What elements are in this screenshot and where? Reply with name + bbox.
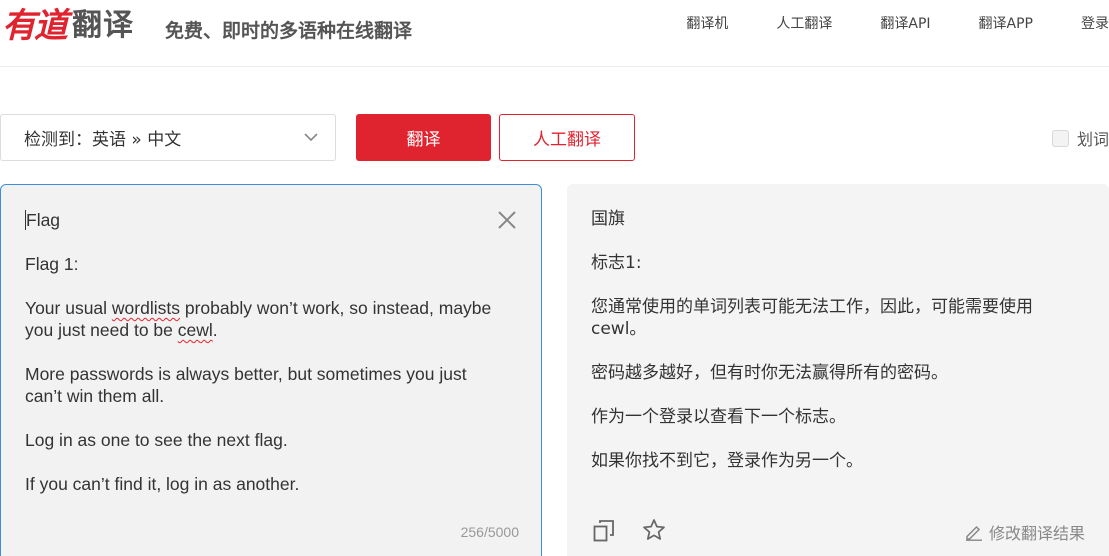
clear-input-icon[interactable]	[496, 209, 518, 231]
language-select-value: 检测到：英语 » 中文	[24, 130, 182, 150]
logo-name: 翻译	[72, 8, 134, 43]
nav-human-translation[interactable]: 人工翻译	[776, 13, 832, 33]
spellcheck-word: cewl	[177, 320, 213, 340]
nav-translation-app[interactable]: 翻译APP	[979, 13, 1033, 33]
source-paragraph-1: Your usual wordlists probably won’t work…	[25, 298, 492, 340]
translation-line: 标志1:	[591, 253, 642, 273]
edit-translation-button[interactable]: 修改翻译结果	[965, 520, 1085, 544]
translate-button[interactable]: 翻译	[356, 114, 491, 161]
translation-line: 如果你找不到它，登录作为另一个。	[591, 451, 863, 471]
source-line-title: Flag	[25, 210, 61, 230]
translation-output-panel: 国旗 标志1: 您通常使用的单词列表可能无法工作，因此，可能需要使用cewl。 …	[567, 184, 1109, 556]
source-textarea[interactable]: Flag Flag 1: Your usual wordlists probab…	[25, 209, 495, 517]
source-paragraph-4: If you can’t find it, log in as another.	[25, 474, 300, 494]
header: 有道 翻译 免费、即时的多语种在线翻译 翻译机 人工翻译 翻译API 翻译APP…	[0, 0, 1109, 67]
youdao-logo[interactable]: 有道 翻译	[2, 2, 134, 46]
copy-icon[interactable]	[593, 519, 615, 543]
spellcheck-word: wordlists	[111, 298, 180, 318]
chevron-down-icon	[304, 133, 318, 142]
word-select-toggle[interactable]: 划词	[1051, 126, 1109, 150]
word-select-label: 划词	[1076, 130, 1109, 149]
language-select[interactable]: 检测到：英语 » 中文	[0, 114, 336, 161]
source-input-panel[interactable]: Flag Flag 1: Your usual wordlists probab…	[0, 184, 542, 556]
source-paragraph-3: Log in as one to see the next flag.	[25, 430, 288, 450]
top-nav: 翻译机 人工翻译 翻译API 翻译APP 登录	[686, 13, 1109, 33]
translation-line: 您通常使用的单词列表可能无法工作，因此，可能需要使用cewl。	[591, 297, 1033, 339]
source-line-flag: Flag 1:	[25, 254, 79, 274]
translation-line: 国旗	[591, 209, 625, 229]
pencil-icon	[965, 525, 982, 541]
translation-line: 密码越多越好，但有时你无法赢得所有的密码。	[591, 363, 948, 383]
star-icon[interactable]	[642, 518, 666, 542]
char-counter: 256/5000	[460, 524, 519, 540]
translation-tools: 修改翻译结果	[567, 519, 1109, 545]
nav-translator-device[interactable]: 翻译机	[686, 13, 728, 33]
nav-translation-api[interactable]: 翻译API	[880, 13, 930, 33]
slogan: 免费、即时的多语种在线翻译	[165, 20, 413, 42]
translation-text: 国旗 标志1: 您通常使用的单词列表可能无法工作，因此，可能需要使用cewl。 …	[591, 208, 1071, 494]
source-paragraph-2: More passwords is always better, but som…	[25, 364, 467, 406]
edit-translation-label: 修改翻译结果	[988, 524, 1085, 543]
word-select-checkbox[interactable]	[1051, 129, 1069, 147]
translation-line: 作为一个登录以查看下一个标志。	[591, 407, 846, 427]
human-translation-button[interactable]: 人工翻译	[499, 114, 635, 161]
logo-brand: 有道	[2, 5, 68, 46]
nav-login[interactable]: 登录	[1081, 13, 1109, 33]
